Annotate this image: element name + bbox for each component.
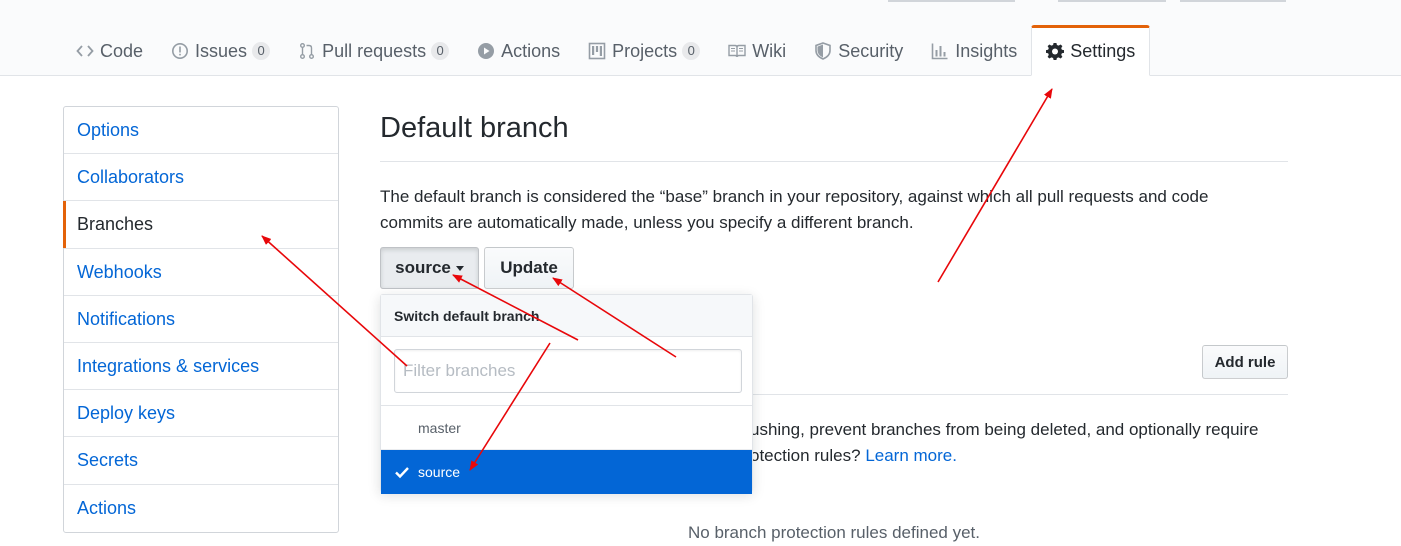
branch-select-label: source [395, 258, 451, 277]
project-icon [588, 42, 606, 60]
tab-wiki[interactable]: Wiki [714, 26, 800, 76]
branch-item-source[interactable]: source [381, 450, 752, 494]
pull-request-icon [298, 42, 316, 60]
branch-name: source [418, 464, 461, 480]
caret-down-icon [455, 265, 464, 271]
tab-security[interactable]: Security [800, 26, 917, 76]
header-button-edge [888, 0, 1015, 2]
code-icon [76, 42, 94, 60]
tab-pull-requests[interactable]: Pull requests 0 [284, 26, 463, 76]
shield-icon [814, 42, 832, 60]
branch-select-button[interactable]: source [380, 247, 479, 289]
graph-icon [931, 42, 949, 60]
tab-issues[interactable]: Issues 0 [157, 26, 284, 76]
header-button-edge [1180, 0, 1286, 2]
tab-settings[interactable]: Settings [1031, 25, 1151, 76]
projects-counter: 0 [682, 42, 701, 60]
page: Code Issues 0 Pull requests 0 Actions Pr… [0, 0, 1401, 546]
sidebar-item-actions[interactable]: Actions [64, 485, 338, 532]
branch-item-master[interactable]: master [381, 406, 752, 450]
sidebar-item-webhooks[interactable]: Webhooks [64, 249, 338, 296]
sidebar-item-secrets[interactable]: Secrets [64, 437, 338, 485]
sidebar-item-notifications[interactable]: Notifications [64, 296, 338, 343]
tab-projects[interactable]: Projects 0 [574, 26, 714, 76]
tab-label: Settings [1070, 41, 1136, 61]
tab-code[interactable]: Code [62, 26, 157, 76]
settings-sidebar: Options Collaborators Branches Webhooks … [63, 106, 339, 533]
issue-icon [171, 42, 189, 60]
switch-branch-dropdown: Switch default branch master source [380, 294, 753, 494]
sidebar-item-options[interactable]: Options [64, 107, 338, 155]
title-divider [380, 161, 1288, 162]
empty-rules-message: No branch protection rules defined yet. [687, 523, 980, 542]
filter-branches-input[interactable] [394, 349, 742, 393]
sidebar-item-collaborators[interactable]: Collaborators [64, 154, 338, 202]
branch-protection-description: ushing, prevent branches from being dele… [750, 417, 1290, 469]
tab-insights[interactable]: Insights [917, 26, 1031, 76]
pull-requests-counter: 0 [431, 42, 450, 60]
page-title: Default branch [380, 112, 569, 144]
issues-counter: 0 [252, 42, 271, 60]
protection-text-line-2: otection rules? [750, 446, 861, 465]
tab-label: Wiki [752, 40, 787, 61]
learn-more-link[interactable]: Learn more. [865, 446, 957, 465]
tab-label: Security [838, 40, 904, 61]
sidebar-item-deploy-keys[interactable]: Deploy keys [64, 390, 338, 438]
default-branch-description: The default branch is considered the “ba… [380, 187, 1209, 232]
tab-actions[interactable]: Actions [463, 26, 574, 76]
filter-container [381, 337, 752, 406]
sidebar-item-branches[interactable]: Branches [63, 201, 338, 249]
branch-name: master [418, 420, 461, 436]
tab-label: Code [100, 40, 144, 61]
repo-nav-tabs: Code Issues 0 Pull requests 0 Actions Pr… [62, 25, 1151, 76]
header-button-edge [1058, 0, 1166, 2]
gear-icon [1046, 42, 1065, 61]
tab-label: Insights [955, 40, 1018, 61]
protection-text-line-1: ushing, prevent branches from being dele… [750, 420, 1259, 439]
tab-label: Actions [501, 40, 561, 61]
tab-label: Pull requests [322, 40, 427, 61]
sidebar-item-integrations[interactable]: Integrations & services [64, 343, 338, 391]
tab-label: Issues [195, 40, 248, 61]
check-icon [395, 467, 409, 479]
play-icon [477, 42, 495, 60]
book-icon [728, 42, 746, 60]
tab-label: Projects [612, 40, 678, 61]
dropdown-header: Switch default branch [381, 295, 752, 337]
update-button[interactable]: Update [484, 247, 574, 289]
add-rule-button[interactable]: Add rule [1202, 345, 1288, 379]
